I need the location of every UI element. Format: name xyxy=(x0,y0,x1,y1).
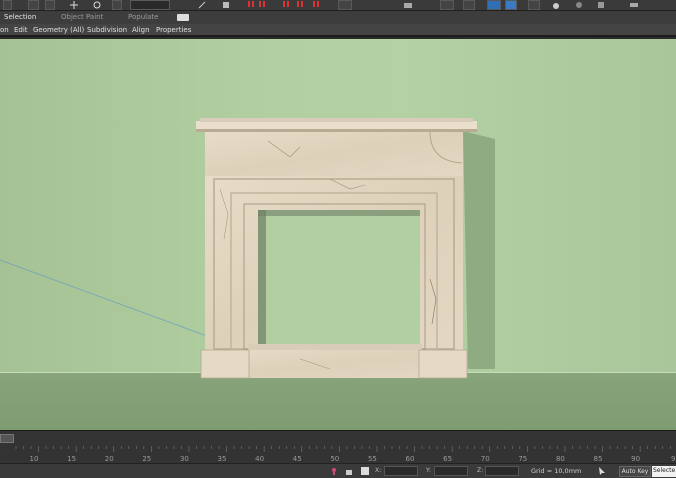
menu-item-align[interactable]: Align xyxy=(132,26,150,34)
selection-set-dropdown[interactable] xyxy=(130,0,170,10)
menu-item-edit[interactable]: Edit xyxy=(14,26,28,34)
timeline-tick-label: 25 xyxy=(142,455,151,463)
mirror-icon[interactable] xyxy=(404,1,412,9)
x-label: X: xyxy=(375,467,382,474)
magnet-red-icon[interactable] xyxy=(247,1,255,9)
move-icon[interactable] xyxy=(70,1,78,9)
timeline-tick-label: 15 xyxy=(67,455,76,463)
ribbon-toggle-icon[interactable] xyxy=(177,14,189,21)
lock-key-icon[interactable] xyxy=(330,467,338,475)
y-label: Y: xyxy=(426,467,431,474)
main-toolbar xyxy=(0,0,676,11)
timeline-tick-label: 10 xyxy=(30,455,39,463)
timeline-tick-label: 50 xyxy=(330,455,339,463)
timeline-tick-label: 85 xyxy=(594,455,603,463)
timeline-tick-label: 65 xyxy=(443,455,452,463)
timeline-tick-label: 75 xyxy=(518,455,527,463)
layer-manager-button[interactable] xyxy=(440,0,454,10)
menu-item-properties[interactable]: Properties xyxy=(156,26,191,34)
selection-set-field[interactable]: Selecte xyxy=(652,466,676,477)
select-object-button[interactable] xyxy=(3,0,12,10)
angle-snap-icon[interactable] xyxy=(222,1,230,9)
timeline-tick-label: 80 xyxy=(556,455,565,463)
timeline-tick-label: 40 xyxy=(255,455,264,463)
curve-editor-button[interactable] xyxy=(463,0,475,10)
z-coordinate-field[interactable] xyxy=(485,466,519,476)
render-frame-icon[interactable] xyxy=(597,1,605,9)
perspective-viewport[interactable] xyxy=(0,39,676,430)
rotate-icon[interactable] xyxy=(93,1,101,9)
time-slider[interactable] xyxy=(0,434,14,443)
material-editor-button[interactable] xyxy=(505,0,517,10)
lock-icon[interactable] xyxy=(345,467,353,475)
y-coordinate-field[interactable] xyxy=(434,466,468,476)
magnet-red-icon-3[interactable] xyxy=(282,1,290,9)
timeline-tick-label: 70 xyxy=(481,455,490,463)
ribbon-tab-bar: Selection Object Paint Populate xyxy=(0,11,676,24)
timeline-tick-label: 45 xyxy=(293,455,302,463)
x-coordinate-field[interactable] xyxy=(384,466,418,476)
grid-readout: Grid = 10,0mm xyxy=(531,467,582,475)
render-setup-button[interactable] xyxy=(528,0,540,10)
timeline-tick-label: 35 xyxy=(218,455,227,463)
status-bar: X: Y: Z: Grid = 10,0mm Auto Key Selecte xyxy=(0,463,676,478)
timeline-tick-label: 20 xyxy=(105,455,114,463)
timeline-tick-label: 55 xyxy=(368,455,377,463)
magnet-red-icon-2[interactable] xyxy=(258,1,266,9)
menu-item-subdivision[interactable]: Subdivision xyxy=(87,26,127,34)
snap-icon[interactable] xyxy=(198,1,206,9)
magnet-red-icon-4[interactable] xyxy=(296,1,304,9)
timeline-tick-label: 30 xyxy=(180,455,189,463)
menu-item-modeling[interactable]: on xyxy=(0,26,9,34)
named-selection-button[interactable] xyxy=(338,0,352,10)
ribbon-panel-bar: on Edit Geometry (All) Subdivision Align… xyxy=(0,24,676,37)
tab-populate[interactable]: Populate xyxy=(128,13,158,21)
absolute-mode-icon[interactable] xyxy=(361,467,369,475)
timeline-ruler[interactable]: 10 15 20 25 30 35 40 45 50 55 60 65 70 75 80 85 90 9 xyxy=(0,446,676,463)
render-production-icon[interactable] xyxy=(630,1,638,9)
tab-selection[interactable]: Selection xyxy=(4,13,36,21)
fireplace-mantel[interactable] xyxy=(0,39,676,430)
scale-button[interactable] xyxy=(112,0,122,10)
schematic-view-button[interactable] xyxy=(487,0,501,10)
timeline-tick-label: 90 xyxy=(631,455,640,463)
cursor-icon xyxy=(599,467,605,475)
window-crossing-button[interactable] xyxy=(45,0,55,10)
render-icon[interactable] xyxy=(575,1,583,9)
teapot-icon[interactable] xyxy=(552,1,560,9)
region-select-button[interactable] xyxy=(28,0,39,10)
tab-object-paint[interactable]: Object Paint xyxy=(61,13,103,21)
timeline: 10 15 20 25 30 35 40 45 50 55 60 65 70 75 80 85 90 9 xyxy=(0,430,676,463)
z-label: Z: xyxy=(477,467,484,474)
timeline-tick-label: 60 xyxy=(406,455,415,463)
menu-item-geometry[interactable]: Geometry (All) xyxy=(33,26,84,34)
magnet-red-icon-5[interactable] xyxy=(312,1,320,9)
auto-key-button[interactable]: Auto Key xyxy=(619,466,651,477)
timeline-tick-label: 9 xyxy=(671,455,675,463)
